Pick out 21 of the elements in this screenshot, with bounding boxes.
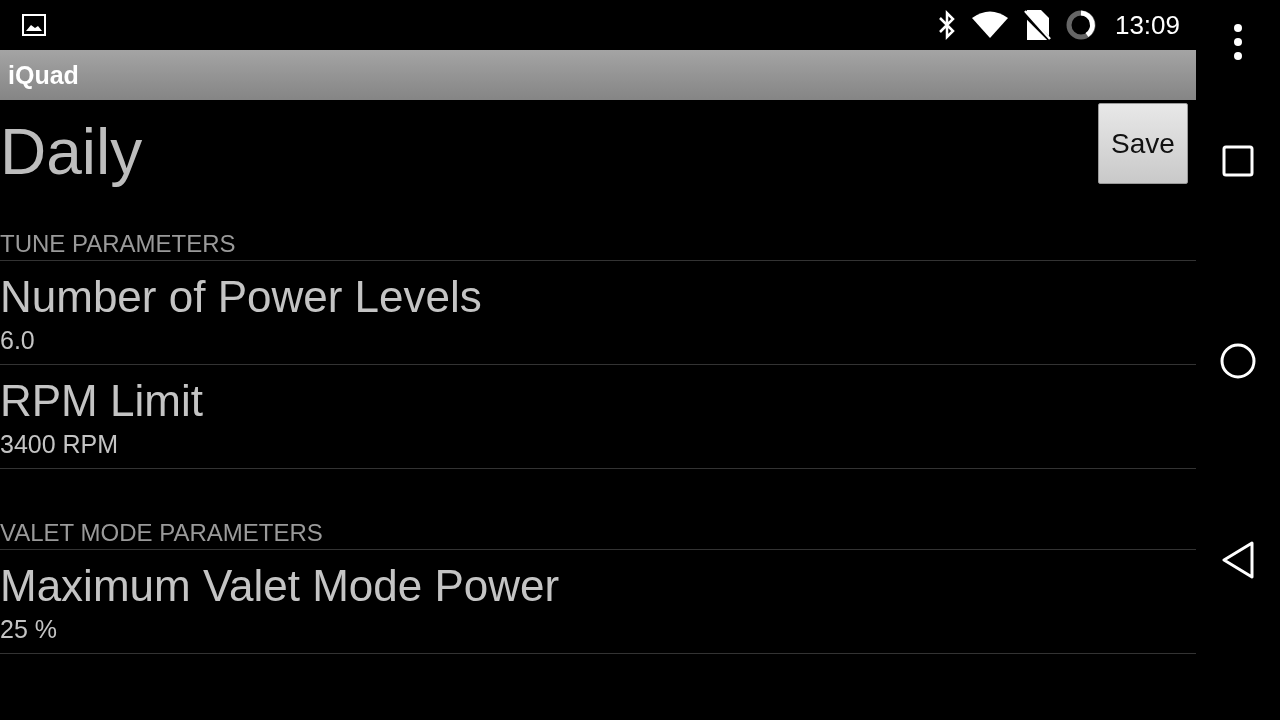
home-icon[interactable] xyxy=(1220,343,1256,379)
section-header: VALET MODE PARAMETERS xyxy=(0,517,1196,550)
picture-icon xyxy=(22,14,46,36)
save-button[interactable]: Save xyxy=(1098,103,1188,184)
recents-icon[interactable] xyxy=(1222,145,1254,177)
battery-ring-icon xyxy=(1064,9,1097,41)
no-sim-icon xyxy=(1022,9,1051,41)
section-header: TUNE PARAMETERS xyxy=(0,228,1196,261)
setting-title[interactable]: Number of Power Levels xyxy=(0,269,482,324)
setting-title[interactable]: RPM Limit xyxy=(0,373,203,428)
setting-value: 3400 RPM xyxy=(0,428,119,460)
clock-time: 13:09 xyxy=(1114,9,1180,41)
wifi-icon xyxy=(970,11,1009,39)
bluetooth-icon xyxy=(936,10,957,40)
setting-value: 6.0 xyxy=(0,324,35,356)
back-icon[interactable] xyxy=(1221,541,1255,579)
setting-title[interactable]: Maximum Valet Mode Power xyxy=(0,558,560,613)
page-title: Daily xyxy=(0,116,143,188)
setting-value: 25 % xyxy=(0,613,57,645)
app-title: iQuad xyxy=(8,60,79,90)
overflow-menu-icon[interactable] xyxy=(1233,24,1243,60)
